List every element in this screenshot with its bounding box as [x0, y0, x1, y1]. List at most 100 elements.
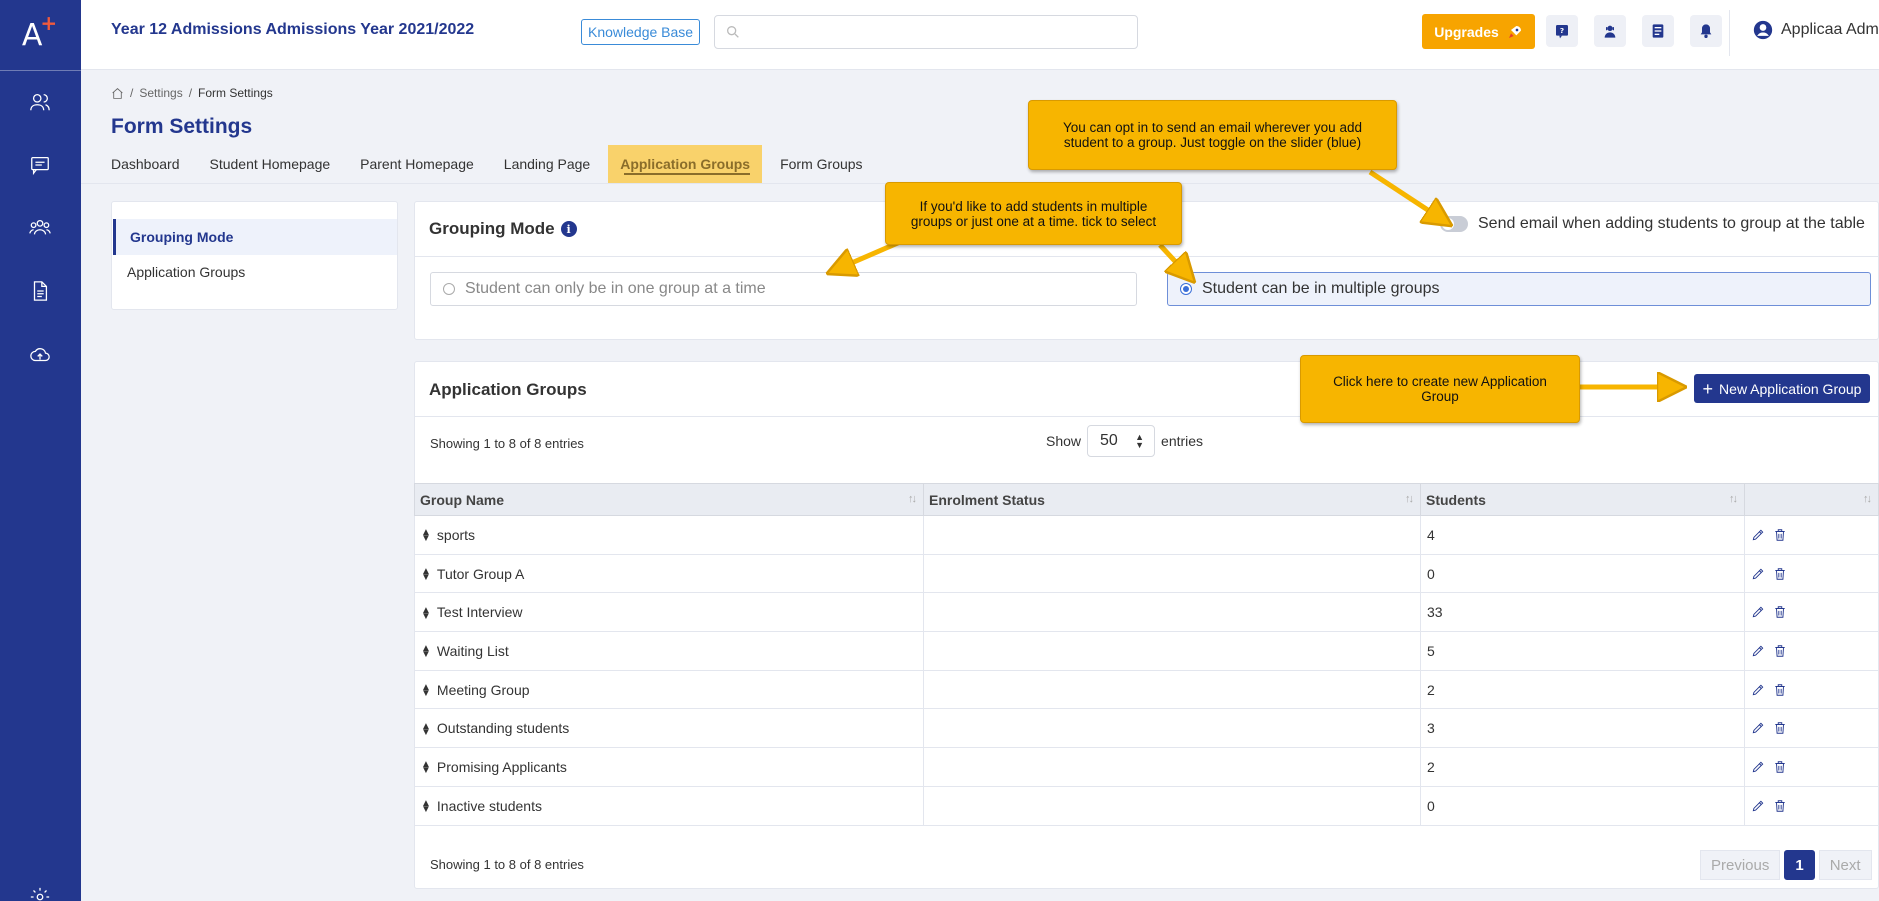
- callout-new-group: Click here to create new Application Gro…: [1300, 355, 1580, 423]
- cell-enrolment-status: [923, 515, 1421, 555]
- multiple-groups-option[interactable]: Student can be in multiple groups: [1167, 272, 1871, 306]
- table-row[interactable]: ▲ ▼ Outstanding students 3: [414, 708, 1879, 749]
- new-application-group-button[interactable]: + New Application Group: [1694, 374, 1870, 403]
- column-header-students[interactable]: Students ↑↓: [1420, 483, 1745, 516]
- cell-enrolment-status: [923, 747, 1421, 787]
- send-email-toggle[interactable]: [1440, 216, 1468, 232]
- cell-actions: [1744, 785, 1879, 826]
- trash-icon[interactable]: [1773, 644, 1787, 658]
- table-row[interactable]: ▲ ▼ Tutor Group A 0: [414, 553, 1879, 594]
- trash-icon[interactable]: [1773, 567, 1787, 581]
- drag-handle-icon[interactable]: ▲ ▼: [421, 605, 431, 621]
- single-group-option[interactable]: Student can only be in one group at a ti…: [430, 272, 1137, 306]
- table-row[interactable]: ▲ ▼ Inactive students 0: [414, 785, 1879, 826]
- sort-icon[interactable]: ↑↓: [1405, 493, 1414, 505]
- section-menu: Grouping Mode Application Groups: [111, 201, 398, 310]
- upgrades-label: Upgrades: [1434, 23, 1499, 40]
- column-header-enrolment-status[interactable]: Enrolment Status ↑↓: [923, 483, 1421, 516]
- drag-handle-icon[interactable]: ▲ ▼: [421, 721, 431, 737]
- drag-handle-icon[interactable]: ▲ ▼: [421, 644, 431, 660]
- cloud-upload-icon[interactable]: [25, 340, 55, 370]
- list-document-icon[interactable]: [1642, 15, 1674, 47]
- cell-actions: [1744, 553, 1879, 594]
- tab-student-homepage[interactable]: Student Homepage: [210, 145, 331, 183]
- edit-icon[interactable]: [1751, 528, 1765, 542]
- column-header-actions[interactable]: ↑↓: [1744, 483, 1879, 516]
- search-icon: [727, 25, 739, 38]
- knowledge-base-button[interactable]: Knowledge Base: [581, 19, 701, 45]
- tab-application-groups[interactable]: Application Groups: [608, 145, 763, 183]
- edit-icon[interactable]: [1751, 721, 1765, 735]
- edit-icon[interactable]: [1751, 683, 1765, 697]
- tab-form-groups[interactable]: Form Groups: [780, 145, 862, 183]
- support-agent-icon[interactable]: [1594, 15, 1626, 47]
- edit-icon[interactable]: [1751, 605, 1765, 619]
- row-actions: [1751, 644, 1872, 658]
- previous-page-button[interactable]: Previous: [1700, 850, 1781, 880]
- page-1-button[interactable]: 1: [1784, 850, 1815, 880]
- settings-icon[interactable]: [25, 882, 55, 901]
- drag-handle-icon[interactable]: ▲ ▼: [421, 566, 431, 582]
- table-header-row: Group Name ↑↓ Enrolment Status ↑↓ Students…: [414, 483, 1879, 516]
- users-icon[interactable]: [25, 87, 55, 117]
- info-icon[interactable]: i: [560, 221, 577, 237]
- menu-item-application-groups[interactable]: Application Groups: [113, 254, 397, 290]
- notification-bell-icon[interactable]: [1690, 15, 1722, 47]
- drag-handle-icon[interactable]: ▲ ▼: [421, 798, 431, 814]
- drag-handle-icon[interactable]: ▲ ▼: [421, 760, 431, 776]
- document-icon[interactable]: [25, 276, 55, 306]
- page-size-select[interactable]: 50 ▲ ▼: [1087, 425, 1156, 457]
- group-name: Inactive students: [436, 797, 542, 814]
- message-icon[interactable]: [25, 150, 55, 180]
- upgrades-button[interactable]: Upgrades: [1422, 14, 1535, 49]
- trash-icon[interactable]: [1773, 605, 1787, 619]
- user-menu[interactable]: Applicaa Adm: [1753, 20, 1879, 40]
- cell-students: 0: [1420, 785, 1745, 826]
- single-group-radio[interactable]: [443, 283, 455, 295]
- cell-enrolment-status: [923, 592, 1421, 633]
- app-title: Year 12 Admissions Admissions Year 2021/…: [111, 21, 475, 38]
- multiple-groups-label: Student can be in multiple groups: [1202, 280, 1440, 297]
- table-row[interactable]: ▲ ▼ sports 4: [414, 515, 1879, 555]
- trash-icon[interactable]: [1773, 760, 1787, 774]
- drag-handle-icon[interactable]: ▲ ▼: [421, 528, 431, 544]
- breadcrumb: / Settings / Form Settings: [111, 86, 273, 100]
- settings-tabs: Dashboard Student Homepage Parent Homepa…: [111, 145, 893, 183]
- column-header-group-name[interactable]: Group Name ↑↓: [414, 483, 924, 516]
- edit-icon[interactable]: [1751, 567, 1765, 581]
- edit-icon[interactable]: [1751, 760, 1765, 774]
- tab-parent-homepage[interactable]: Parent Homepage: [360, 145, 474, 183]
- table-row[interactable]: ▲ ▼ Waiting List 5: [414, 631, 1879, 671]
- search-input[interactable]: [747, 20, 1127, 44]
- page-title: Form Settings: [111, 115, 253, 138]
- table-row[interactable]: ▲ ▼ Promising Applicants 2: [414, 747, 1879, 787]
- page-size-control: Show 50 ▲ ▼ entries: [1046, 425, 1203, 457]
- topbar-divider: [1729, 10, 1730, 56]
- help-icon[interactable]: ?: [1546, 15, 1578, 47]
- trash-icon[interactable]: [1773, 721, 1787, 735]
- user-avatar-icon: [1753, 20, 1773, 40]
- table-row[interactable]: ▲ ▼ Test Interview 33: [414, 592, 1879, 633]
- trash-icon[interactable]: [1773, 683, 1787, 697]
- next-page-button[interactable]: Next: [1818, 850, 1872, 880]
- tab-landing-page[interactable]: Landing Page: [504, 145, 590, 183]
- search-box[interactable]: [714, 15, 1138, 49]
- cell-enrolment-status: [923, 669, 1421, 710]
- multiple-groups-radio[interactable]: [1180, 283, 1192, 295]
- home-icon[interactable]: [111, 87, 124, 100]
- edit-icon[interactable]: [1751, 644, 1765, 658]
- breadcrumb-settings[interactable]: Settings: [139, 86, 182, 100]
- groups-icon[interactable]: [25, 212, 55, 242]
- trash-icon[interactable]: [1773, 528, 1787, 542]
- sort-icon[interactable]: ↑↓: [1729, 493, 1738, 505]
- tab-dashboard[interactable]: Dashboard: [111, 145, 180, 183]
- show-label: Show: [1046, 433, 1082, 449]
- app-logo[interactable]: A +: [0, 0, 81, 70]
- menu-item-grouping-mode[interactable]: Grouping Mode: [113, 219, 397, 255]
- trash-icon[interactable]: [1773, 799, 1787, 813]
- table-row[interactable]: ▲ ▼ Meeting Group 2: [414, 669, 1879, 710]
- drag-handle-icon[interactable]: ▲ ▼: [421, 682, 431, 698]
- sort-icon[interactable]: ↑↓: [1863, 493, 1872, 505]
- edit-icon[interactable]: [1751, 799, 1765, 813]
- sort-icon[interactable]: ↑↓: [908, 493, 917, 505]
